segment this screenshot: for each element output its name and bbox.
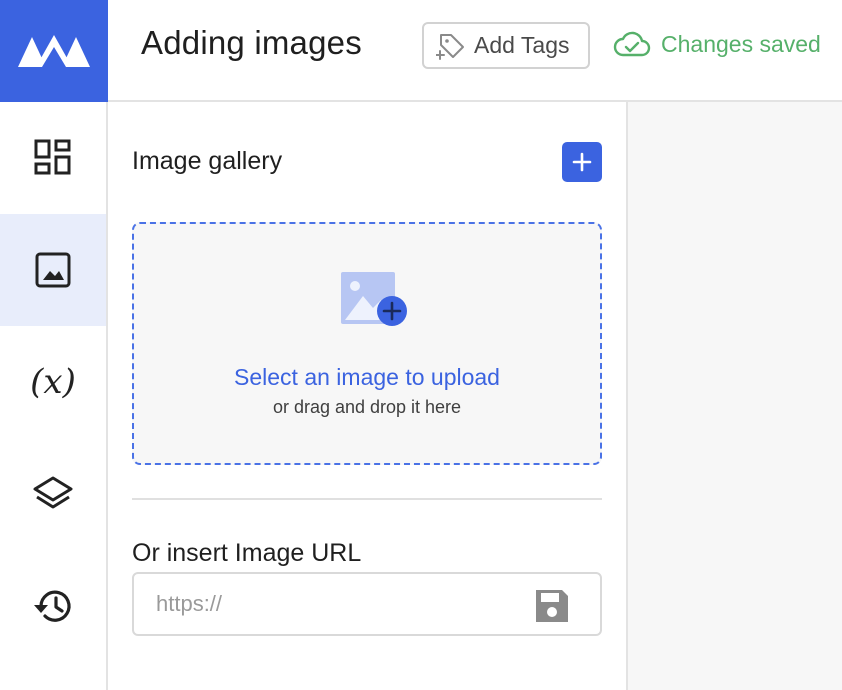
history-icon [34, 590, 71, 622]
page-title: Adding images [141, 24, 362, 61]
logo-icon [18, 35, 90, 67]
url-field-container [132, 572, 602, 636]
add-image-icon [341, 272, 407, 326]
layers-icon [33, 476, 73, 509]
save-status: Changes saved [613, 30, 821, 58]
upload-prompt: Select an image to upload [234, 364, 500, 390]
floppy-disk-icon [536, 590, 568, 622]
save-status-label: Changes saved [661, 30, 821, 57]
save-url-button[interactable] [532, 586, 572, 626]
sidebar-item-images[interactable] [0, 214, 106, 326]
cloud-check-icon [613, 31, 651, 57]
sidebar-item-layers[interactable] [0, 438, 106, 550]
sidebar-item-dashboard[interactable] [0, 102, 106, 214]
top-header: Adding images Add Tags Changes saved [108, 0, 842, 102]
sidebar-nav: (x) [0, 102, 108, 690]
add-image-button[interactable] [562, 142, 602, 182]
add-tags-label: Add Tags [474, 32, 570, 58]
image-dropzone[interactable]: Select an image to upload or drag and dr… [132, 222, 602, 465]
image-url-input[interactable] [156, 588, 516, 620]
section-divider [132, 498, 602, 500]
image-icon [35, 252, 71, 288]
dashboard-icon [34, 139, 71, 175]
plus-icon [572, 152, 592, 172]
url-section-title: Or insert Image URL [132, 539, 362, 567]
sidebar-item-history[interactable] [0, 550, 106, 662]
image-panel: Image gallery Select an image to upload … [108, 102, 628, 690]
tag-icon [436, 33, 464, 60]
gallery-title: Image gallery [132, 147, 283, 175]
variable-icon: (x) [30, 362, 76, 402]
upload-hint: or drag and drop it here [272, 397, 462, 417]
app-logo[interactable] [0, 0, 108, 102]
sidebar-item-variables[interactable]: (x) [0, 326, 106, 438]
add-tags-button[interactable]: Add Tags [422, 22, 590, 69]
canvas-area [628, 102, 842, 690]
